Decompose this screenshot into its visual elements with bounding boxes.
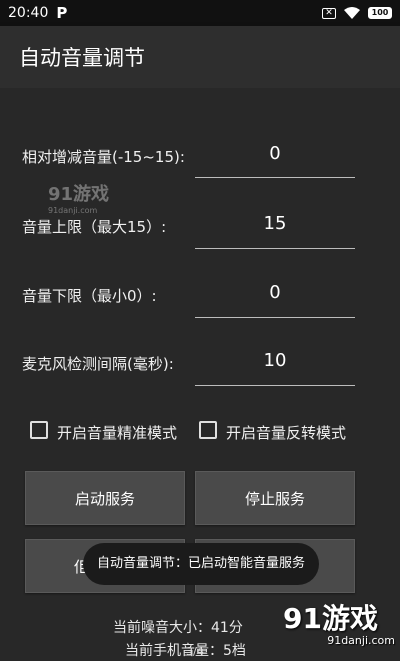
status-icons: ✕ 100 (322, 6, 392, 20)
watermark-top: 91游戏 91danji.com (48, 180, 109, 215)
watermark-site: 91danji.com (327, 634, 395, 647)
volume-min-input[interactable]: 0 (195, 282, 355, 303)
reverse-mode-checkbox[interactable] (199, 421, 217, 439)
notification-p-icon: P (56, 4, 68, 22)
stop-service-button[interactable]: 停止服务 (195, 471, 355, 525)
watermark-top-site: 91danji.com (48, 206, 98, 215)
mic-interval-input[interactable]: 10 (195, 350, 355, 371)
app-title: 自动音量调节 (19, 46, 145, 70)
mic-interval-underline (195, 385, 355, 386)
volume-min-underline (195, 317, 355, 318)
start-service-button[interactable]: 启动服务 (25, 471, 185, 525)
volume-max-label: 音量上限（最大15）: (22, 218, 167, 236)
watermark-brand: 91游戏 (283, 602, 378, 635)
mic-interval-label: 麦克风检测间隔(毫秒): (22, 355, 174, 373)
sim-off-icon: ✕ (322, 7, 336, 19)
status-time: 20:40 (8, 5, 49, 21)
page-indicator: 3/4 (186, 645, 204, 658)
relative-volume-underline (195, 177, 355, 178)
volume-max-input[interactable]: 15 (195, 213, 355, 234)
app-bar: 自动音量调节 (0, 26, 400, 88)
volume-max-underline (195, 248, 355, 249)
battery-icon: 100 (368, 7, 392, 19)
precise-mode-checkbox[interactable] (30, 421, 48, 439)
noise-level-text: 当前噪音大小：41分 (113, 620, 243, 636)
relative-volume-label: 相对增减音量(-15~15): (22, 148, 185, 166)
status-bar: 20:40 P ✕ 100 (0, 0, 400, 26)
precise-mode-label: 开启音量精准模式 (57, 424, 178, 442)
watermark-logo: 91游戏 91danji.com (283, 604, 395, 658)
volume-min-label: 音量下限（最小0）: (22, 287, 157, 305)
wifi-icon (344, 7, 360, 19)
watermark-top-brand: 91游戏 (48, 184, 110, 205)
toast-message: 自动音量调节：已启动智能音量服务 (83, 543, 319, 585)
reverse-mode-label: 开启音量反转模式 (226, 424, 347, 442)
relative-volume-input[interactable]: 0 (195, 143, 355, 164)
